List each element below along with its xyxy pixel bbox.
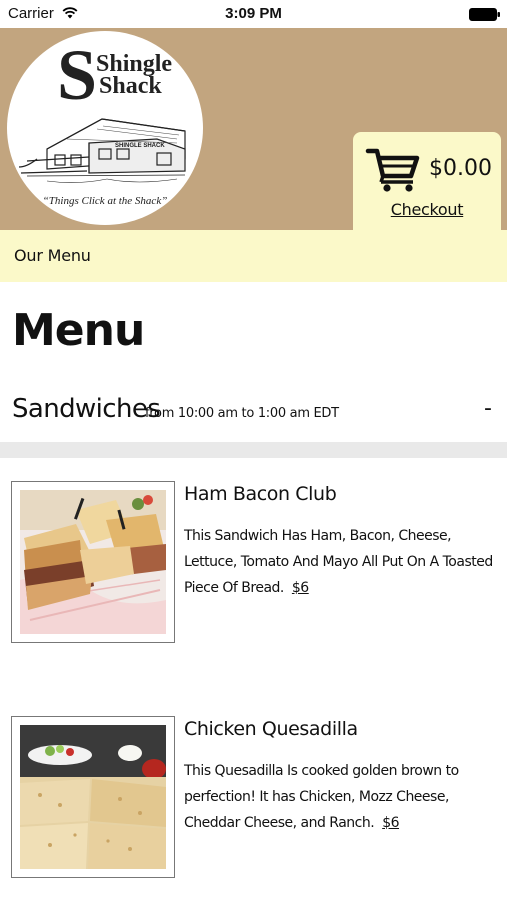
- site-header: S Shingle Shack SHINGLE SHACK “Things Cl…: [0, 28, 507, 230]
- shingle-shack-logo[interactable]: S Shingle Shack SHINGLE SHACK “Things Cl…: [7, 31, 203, 225]
- logo-artwork: S Shingle Shack SHINGLE SHACK “Things Cl…: [18, 35, 186, 207]
- cart-total: $0.00: [429, 156, 492, 181]
- menu-item[interactable]: Ham Bacon Club This Sandwich Has Ham, Ba…: [0, 481, 507, 651]
- section-divider: [0, 442, 507, 458]
- category-hours: from 10:00 am to 1:00 am EDT: [145, 406, 339, 421]
- svg-text:S: S: [57, 35, 97, 115]
- clock: 3:09 PM: [225, 5, 282, 22]
- item-price[interactable]: $6: [292, 580, 309, 596]
- item-description: This Quesadilla Is cooked golden brown t…: [184, 758, 494, 836]
- quesadilla-photo: [20, 725, 166, 869]
- item-description-text: This Sandwich Has Ham, Bacon, Cheese, Le…: [184, 528, 493, 596]
- item-photo[interactable]: [11, 716, 175, 878]
- collapse-toggle[interactable]: -: [484, 396, 492, 421]
- nav-bar: Our Menu: [0, 230, 507, 282]
- cart-icon[interactable]: [365, 146, 421, 192]
- logo-tagline: “Things Click at the Shack”: [43, 195, 168, 207]
- logo-sign: SHINGLE SHACK: [115, 143, 165, 149]
- item-description-text: This Quesadilla Is cooked golden brown t…: [184, 763, 459, 831]
- cart-summary[interactable]: $0.00 Checkout: [353, 132, 501, 230]
- category-name: Sandwiches: [12, 394, 161, 424]
- category-header[interactable]: Sandwiches from 10:00 am to 1:00 am EDT …: [0, 392, 507, 434]
- status-bar: Carrier 3:09 PM: [0, 0, 507, 28]
- item-name[interactable]: Chicken Quesadilla: [184, 718, 358, 740]
- sandwich-photo: [20, 490, 166, 634]
- checkout-link[interactable]: Checkout: [353, 200, 501, 219]
- item-photo[interactable]: [11, 481, 175, 643]
- item-price[interactable]: $6: [382, 815, 399, 831]
- item-name[interactable]: Ham Bacon Club: [184, 483, 337, 505]
- page-title: Menu: [12, 305, 145, 356]
- logo-brand-line-2: Shack: [99, 73, 162, 99]
- nav-our-menu[interactable]: Our Menu: [14, 246, 91, 265]
- battery-icon: [469, 8, 500, 21]
- item-description: This Sandwich Has Ham, Bacon, Cheese, Le…: [184, 523, 494, 601]
- menu-item[interactable]: Chicken Quesadilla This Quesadilla Is co…: [0, 716, 507, 886]
